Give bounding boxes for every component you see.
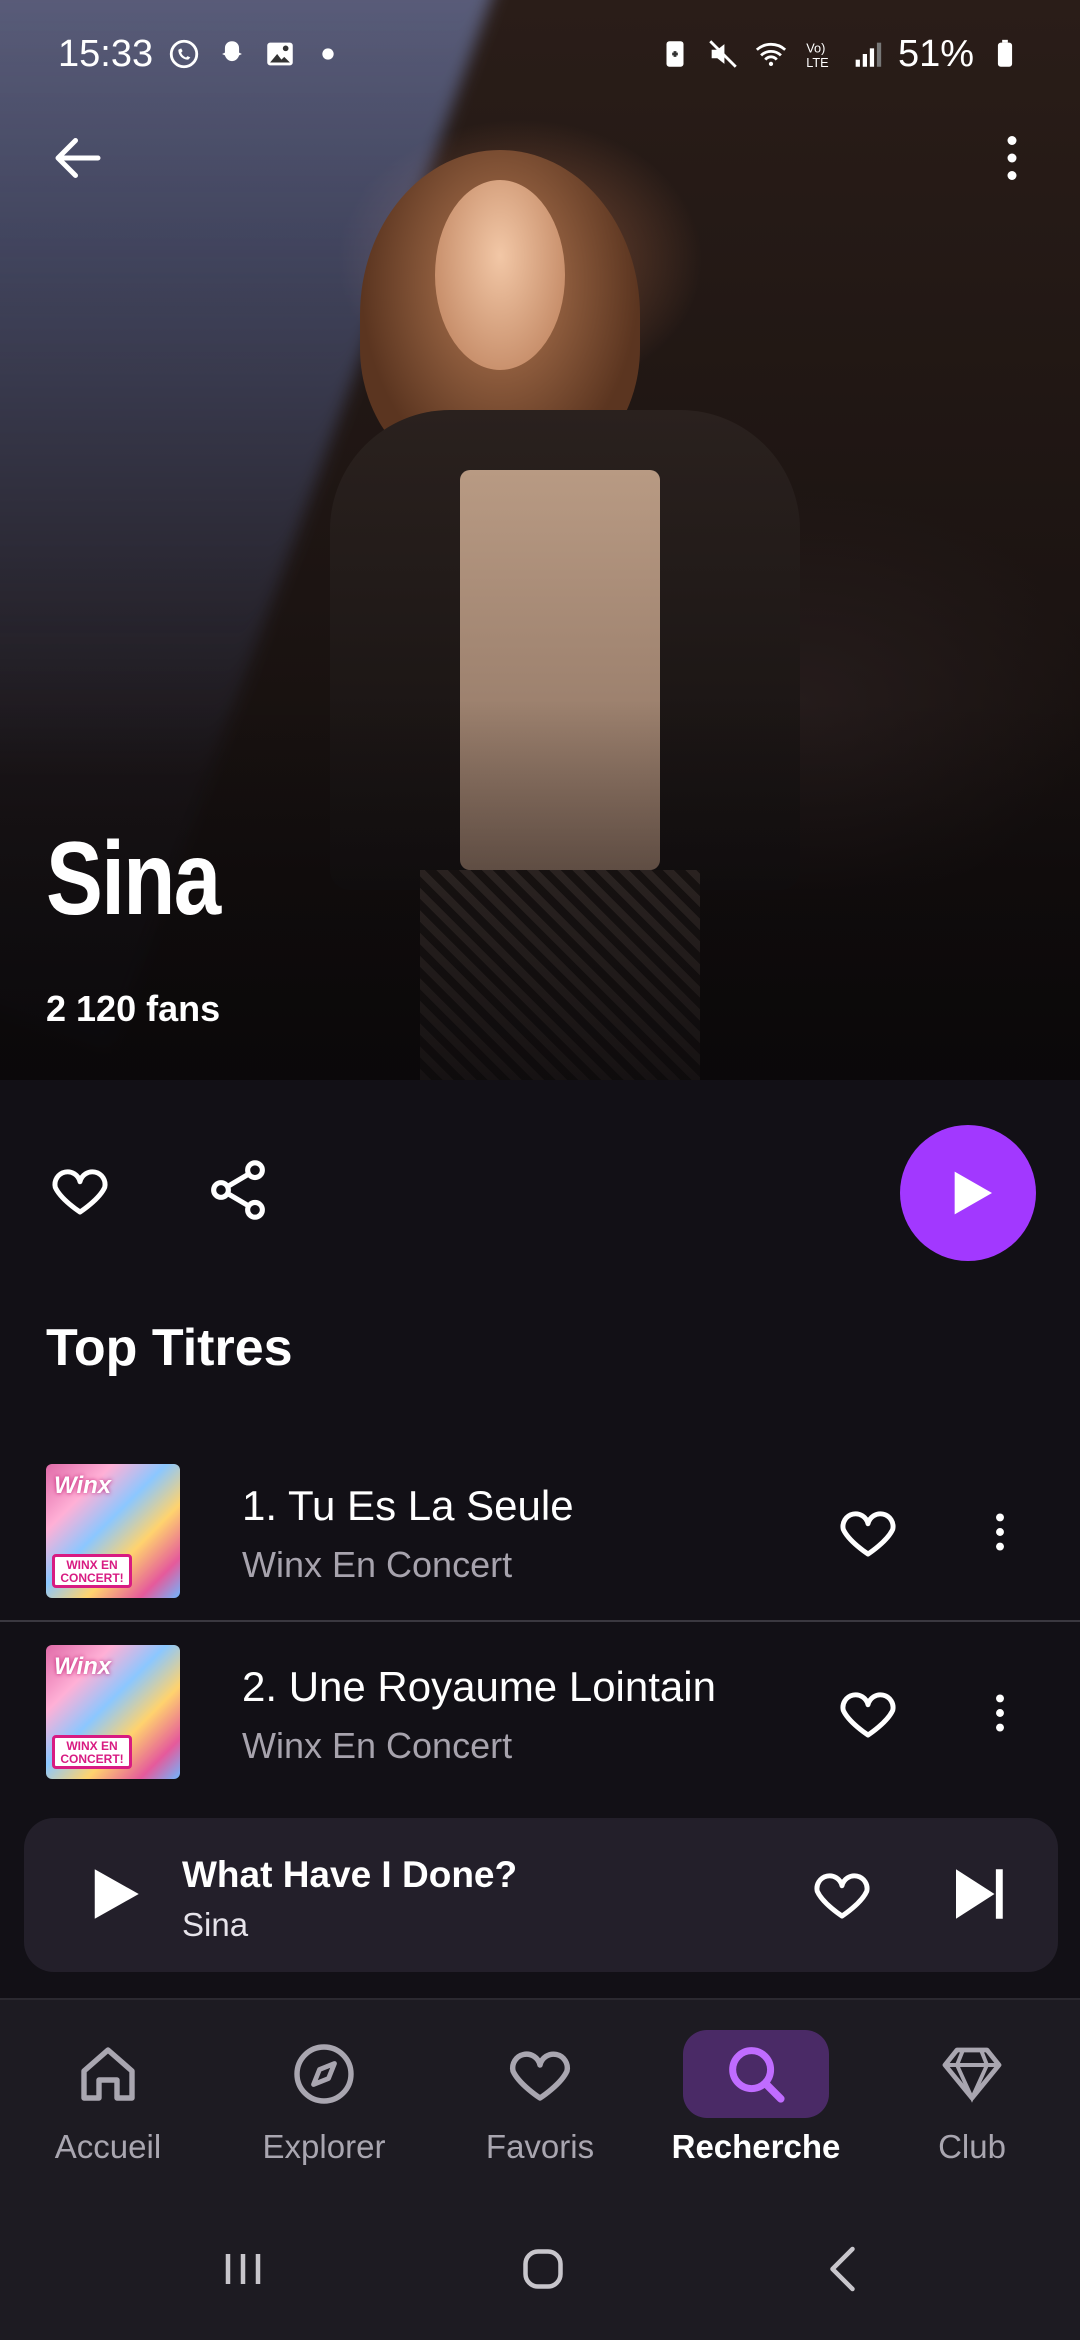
now-playing-title: What Have I Done? <box>182 1854 518 1895</box>
album-cover: Winx WINX EN CONCERT! <box>46 1464 180 1598</box>
home-button[interactable] <box>498 2234 588 2304</box>
nav-label: Explorer <box>262 2128 386 2165</box>
system-navigation-bar <box>0 2198 1080 2340</box>
share-button[interactable] <box>198 1150 278 1230</box>
track-more-button[interactable] <box>970 1675 1030 1751</box>
nav-explorer[interactable]: Explorer <box>224 2030 424 2180</box>
status-bar: 15:33 Vo) LTE 51% <box>0 0 1080 86</box>
skip-next-icon <box>956 1869 1003 1919</box>
track-row[interactable]: Winx WINX EN CONCERT! 2. Une Royaume Loi… <box>0 1625 1080 1805</box>
dot-icon <box>322 48 334 60</box>
nav-label: Recherche <box>671 2128 841 2165</box>
signal-icon <box>855 42 882 67</box>
gallery-icon <box>267 42 293 66</box>
nav-accueil[interactable]: Accueil <box>8 2030 208 2180</box>
nav-label: Accueil <box>54 2128 162 2165</box>
heart-icon <box>814 1873 870 1919</box>
album-cover: Winx WINX EN CONCERT! <box>46 1645 180 1779</box>
share-icon <box>211 1160 265 1220</box>
battery-icon <box>997 39 1013 67</box>
track-row[interactable]: Winx WINX EN CONCERT! 1. Tu Es La Seule … <box>0 1444 1080 1624</box>
mini-player[interactable]: What Have I Done? Sina <box>24 1818 1058 1972</box>
nav-label: Club <box>938 2128 1006 2165</box>
more-vertical-icon <box>996 1694 1004 1732</box>
recent-apps-icon <box>225 2254 261 2284</box>
nav-club[interactable]: Club <box>872 2030 1072 2180</box>
wifi-icon <box>755 42 787 67</box>
snapchat-icon <box>222 41 243 62</box>
track-album: Winx En Concert <box>242 1544 513 1585</box>
track-favorite-button[interactable] <box>830 1675 906 1751</box>
heart-icon <box>52 1169 108 1215</box>
nav-favoris[interactable]: Favoris <box>440 2030 640 2180</box>
artist-name: Sina <box>46 821 221 937</box>
back-button[interactable] <box>38 118 118 198</box>
status-time: 15:33 <box>58 32 154 75</box>
battery-saver-icon <box>666 41 684 67</box>
svg-text:Vo): Vo) <box>806 41 825 56</box>
now-playing-artist: Sina <box>182 1906 249 1943</box>
volte-icon: Vo)LTE <box>806 41 828 70</box>
mini-favorite-button[interactable] <box>804 1856 880 1932</box>
battery-percent: 51% <box>897 32 974 75</box>
cover-badge: WINX EN CONCERT! <box>52 1735 132 1769</box>
more-vertical-icon <box>996 1513 1004 1551</box>
track-more-button[interactable] <box>970 1494 1030 1570</box>
arrow-left-icon <box>55 138 101 178</box>
cover-badge: WINX EN CONCERT! <box>52 1554 132 1588</box>
whatsapp-icon <box>169 39 199 69</box>
search-icon <box>729 2047 785 2103</box>
heart-icon <box>840 1692 896 1738</box>
cover-logo: Winx <box>54 1472 112 1499</box>
play-artist-button[interactable] <box>900 1125 1036 1261</box>
recent-apps-button[interactable] <box>198 2234 288 2304</box>
fan-count: 2 120 fans <box>46 988 221 1029</box>
track-favorite-button[interactable] <box>830 1494 906 1570</box>
more-options-button[interactable] <box>972 118 1052 198</box>
nav-label: Favoris <box>485 2128 595 2165</box>
track-title: 2. Une Royaume Lointain <box>242 1663 716 1710</box>
track-album: Winx En Concert <box>242 1725 513 1766</box>
chevron-left-icon <box>830 2246 855 2292</box>
more-vertical-icon <box>1007 136 1017 180</box>
heart-icon <box>840 1511 896 1557</box>
favorite-artist-button[interactable] <box>40 1150 120 1230</box>
mute-icon <box>709 40 737 68</box>
heart-icon <box>509 2051 571 2101</box>
top-titles-heading: Top Titres <box>46 1319 293 1377</box>
divider <box>0 1620 1080 1622</box>
diamond-icon <box>942 2047 1002 2103</box>
nav-recherche[interactable]: Recherche <box>656 2030 856 2180</box>
cover-logo: Winx <box>54 1653 112 1680</box>
skip-next-button[interactable] <box>938 1854 1018 1934</box>
mini-play-button[interactable] <box>74 1854 154 1934</box>
track-title: 1. Tu Es La Seule <box>242 1482 574 1529</box>
bottom-navigation: Accueil Explorer Favoris Recherche Club <box>0 1998 1080 2198</box>
home-square-icon <box>523 2249 563 2289</box>
home-icon <box>81 2047 135 2101</box>
play-icon <box>94 1869 139 1919</box>
svg-text:LTE: LTE <box>806 55 828 70</box>
play-icon <box>954 1171 992 1215</box>
system-back-button[interactable] <box>800 2234 890 2304</box>
compass-icon <box>294 2044 354 2104</box>
